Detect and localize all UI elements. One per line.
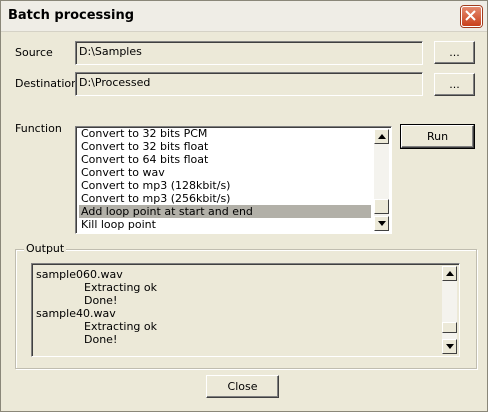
run-button[interactable]: Run bbox=[400, 124, 475, 149]
close-button[interactable]: Close bbox=[206, 375, 279, 398]
destination-browse-label: ... bbox=[449, 78, 460, 91]
source-browse-button[interactable]: ... bbox=[434, 41, 475, 64]
output-line: Done! bbox=[84, 333, 118, 346]
output-log[interactable]: sample060.wav Extracting ok Done! sample40.… bbox=[31, 263, 460, 357]
function-list-item[interactable]: Convert to mp3 (256kbit/s) bbox=[79, 192, 232, 205]
function-list-item[interactable]: Convert to 32 bits float bbox=[79, 140, 210, 153]
scroll-thumb[interactable] bbox=[442, 322, 457, 333]
output-line: sample40.wav bbox=[36, 307, 116, 320]
scroll-down-button[interactable] bbox=[442, 339, 457, 354]
batch-processing-dialog: Batch processing Source D:\Samples ... D… bbox=[0, 0, 488, 412]
function-list-item[interactable]: Convert to wav bbox=[79, 166, 167, 179]
title-bar: Batch processing bbox=[1, 1, 487, 32]
scroll-up-button[interactable] bbox=[374, 129, 389, 144]
output-label: Output bbox=[24, 242, 67, 255]
scroll-down-button[interactable] bbox=[374, 216, 389, 231]
source-value: D:\Samples bbox=[79, 45, 142, 58]
arrow-down-icon bbox=[378, 221, 386, 226]
function-list-item[interactable]: Convert to mp3 (128kbit/s) bbox=[79, 179, 232, 192]
arrow-up-icon bbox=[446, 271, 454, 276]
function-list-item[interactable]: Add loop point at start and end bbox=[79, 205, 371, 218]
arrow-up-icon bbox=[378, 134, 386, 139]
source-browse-label: ... bbox=[449, 46, 460, 59]
function-list[interactable]: Convert to 32 bits PCM Convert to 32 bits… bbox=[75, 126, 392, 234]
function-list-item[interactable]: Convert to 32 bits PCM bbox=[79, 127, 209, 140]
destination-field[interactable]: D:\Processed bbox=[75, 72, 423, 96]
close-window-button[interactable] bbox=[461, 6, 482, 27]
function-scrollbar[interactable] bbox=[374, 129, 389, 231]
destination-value: D:\Processed bbox=[79, 76, 151, 89]
arrow-down-icon bbox=[446, 344, 454, 349]
scroll-thumb[interactable] bbox=[374, 199, 389, 214]
output-line: Done! bbox=[84, 294, 118, 307]
function-list-item[interactable]: Kill loop point bbox=[79, 218, 158, 231]
output-line: Extracting ok bbox=[84, 320, 158, 333]
output-line: Extracting ok bbox=[84, 281, 158, 294]
function-label: Function bbox=[15, 122, 62, 135]
close-icon bbox=[465, 10, 476, 21]
function-list-item[interactable]: Convert to 64 bits float bbox=[79, 153, 210, 166]
output-scrollbar[interactable] bbox=[442, 266, 457, 354]
source-field[interactable]: D:\Samples bbox=[75, 41, 423, 65]
output-line: sample060.wav bbox=[36, 268, 123, 281]
window-title: Batch processing bbox=[8, 8, 135, 23]
destination-label: Destination bbox=[15, 77, 79, 90]
close-label: Close bbox=[227, 380, 258, 393]
run-label: Run bbox=[426, 130, 449, 143]
scroll-up-button[interactable] bbox=[442, 266, 457, 281]
source-label: Source bbox=[15, 46, 53, 59]
destination-browse-button[interactable]: ... bbox=[434, 73, 475, 96]
